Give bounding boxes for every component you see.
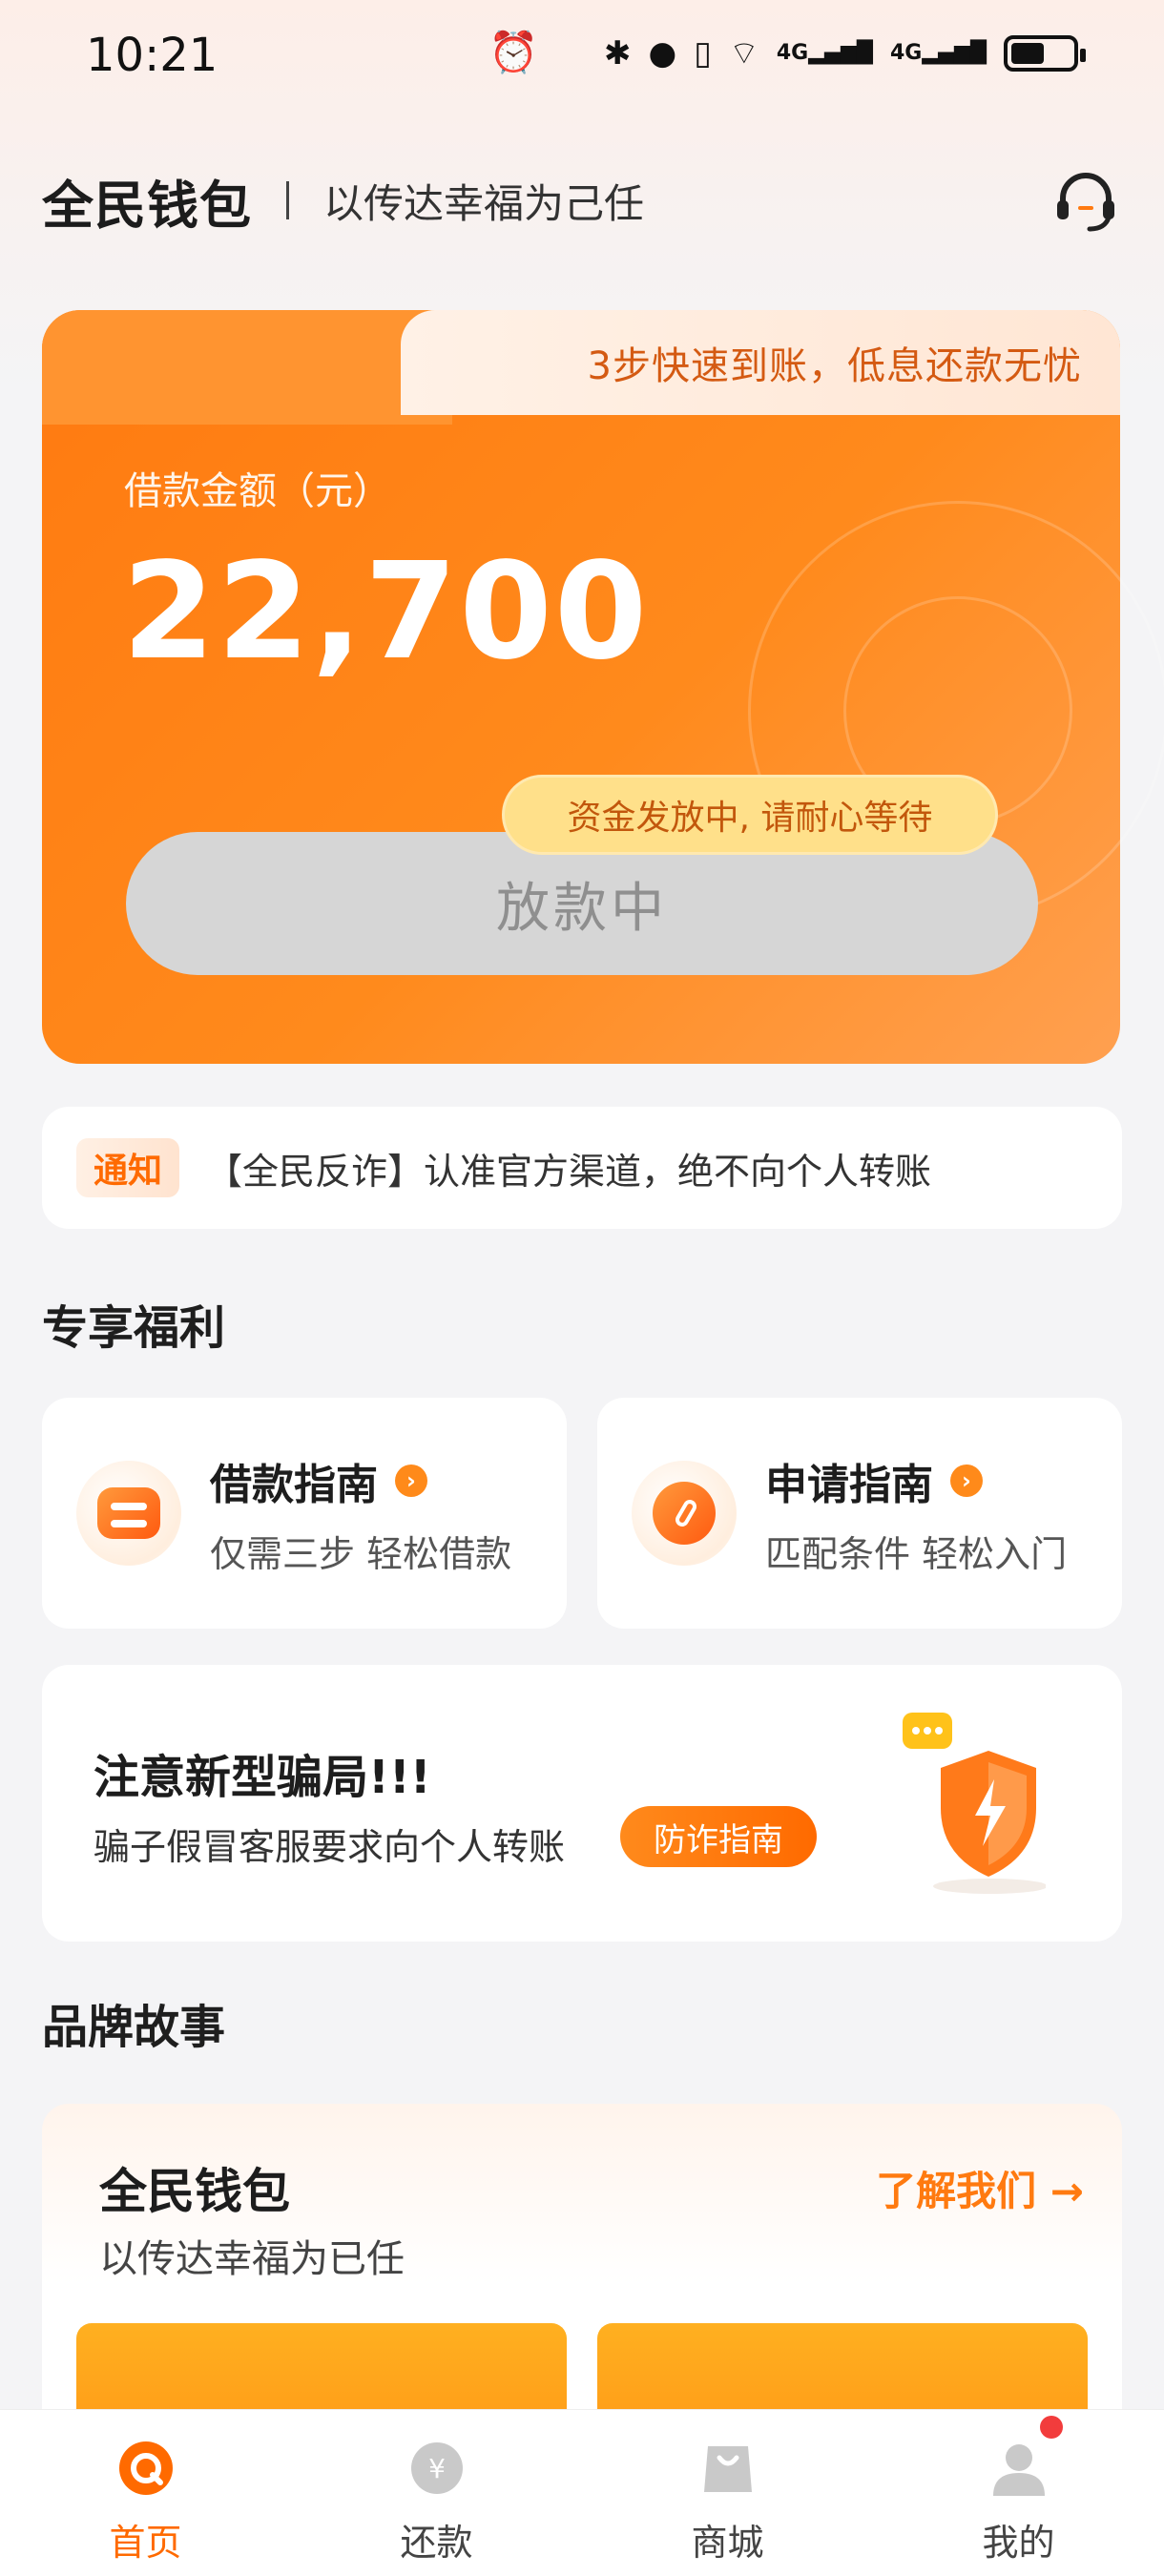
chevron-right-icon: › xyxy=(395,1464,427,1497)
alarm-icon: ⏰ xyxy=(488,29,539,75)
apply-guide-title-text: 申请指南 xyxy=(765,1460,933,1509)
bottom-navigation: 首页 ¥ 还款 商城 我的 xyxy=(0,2409,1164,2576)
chevron-right-icon: › xyxy=(950,1464,983,1497)
shop-icon xyxy=(703,2446,752,2492)
status-time: 10:21 xyxy=(86,29,218,82)
loan-guide-card[interactable]: 借款指南 › 仅需三步 轻松借款 xyxy=(42,1398,567,1629)
status-icons: ✱ ● ▯ ⌔ 4G▂▄▆█ 4G▂▄▆█ xyxy=(604,32,1086,73)
nav-repay-label: 还款 xyxy=(400,2522,473,2564)
brand-story-title: 品牌故事 xyxy=(42,2001,226,2054)
apply-guide-title: 申请指南 › xyxy=(765,1450,1067,1511)
apply-guide-text: 申请指南 › 匹配条件 轻松入门 xyxy=(765,1450,1067,1577)
apply-guide-sub: 匹配条件 轻松入门 xyxy=(765,1532,1068,1575)
loan-guide-sub: 仅需三步 轻松借款 xyxy=(210,1532,512,1575)
loan-guide-icon-body xyxy=(97,1487,160,1539)
loan-guide-icon-stripe-1 xyxy=(111,1503,147,1510)
scam-warning-sub: 骗子假冒客服要求向个人转账 xyxy=(94,1826,566,1868)
about-us-link[interactable]: 了解我们 → xyxy=(876,2159,1084,2217)
brand-story-card-sub: 以传达幸福为已任 xyxy=(99,2237,405,2281)
network-type-1: 4G xyxy=(776,41,809,65)
notice-tag: 通知 xyxy=(76,1138,179,1197)
signal-icon-1: 4G▂▄▆█ xyxy=(776,41,873,65)
notification-dot xyxy=(1040,2416,1063,2439)
notice-text: 【全民反诈】认准官方渠道，绝不向个人转账 xyxy=(206,1150,932,1193)
shield-icon xyxy=(903,1713,1046,1894)
loan-guide-icon-stripe-2 xyxy=(111,1520,147,1527)
loan-guide-title: 借款指南 › xyxy=(210,1450,511,1511)
notice-bar[interactable]: 通知 【全民反诈】认准官方渠道，绝不向个人转账 xyxy=(42,1107,1122,1229)
vibrate-icon: ▯ xyxy=(694,33,712,73)
benefits-section-title: 专享福利 xyxy=(42,1301,226,1355)
loan-guide-icon xyxy=(76,1461,181,1566)
loan-amount-label: 借款金额（元） xyxy=(124,469,391,513)
apply-guide-card[interactable]: 申请指南 › 匹配条件 轻松入门 xyxy=(597,1398,1122,1629)
apply-guide-icon xyxy=(632,1461,737,1566)
profile-icon xyxy=(992,2444,1045,2496)
signal-icon-2: 4G▂▄▆█ xyxy=(889,41,987,65)
nav-profile[interactable]: 我的 xyxy=(873,2410,1164,2576)
wifi-icon: ⌔ xyxy=(728,34,759,73)
loan-amount-value: 22,700 xyxy=(122,534,650,690)
home-icon xyxy=(118,2441,173,2495)
nav-home[interactable]: 首页 xyxy=(0,2410,291,2576)
nav-shop[interactable]: 商城 xyxy=(582,2410,873,2576)
brand-slogan: 以传达幸福为己任 xyxy=(323,179,645,227)
header-divider xyxy=(286,181,289,219)
brand-story-card-title: 全民钱包 xyxy=(99,2164,290,2219)
network-type-2: 4G xyxy=(889,41,923,65)
status-bar: 10:21 ⏰ ✱ ● ▯ ⌔ 4G▂▄▆█ 4G▂▄▆█ xyxy=(0,0,1164,114)
brand-name: 全民钱包 xyxy=(42,175,252,236)
bluetooth-icon: ✱ xyxy=(604,33,632,73)
scam-warning-card[interactable]: 注意新型骗局!!! 骗子假冒客服要求向个人转账 防诈指南 xyxy=(42,1665,1122,1942)
disbursing-hint: 资金发放中, 请耐心等待 xyxy=(502,775,998,855)
loan-guide-text: 借款指南 › 仅需三步 轻松借款 xyxy=(210,1450,511,1577)
battery-icon xyxy=(1004,34,1086,72)
nav-repay[interactable]: ¥ 还款 xyxy=(291,2410,582,2576)
nav-shop-label: 商城 xyxy=(691,2522,764,2564)
repay-icon: ¥ xyxy=(410,2442,463,2494)
svg-text:¥: ¥ xyxy=(428,2453,446,2484)
customer-service-icon[interactable] xyxy=(1051,168,1120,237)
loan-guide-title-text: 借款指南 xyxy=(210,1460,378,1509)
anti-fraud-guide-button[interactable]: 防诈指南 xyxy=(620,1806,817,1867)
scam-warning-title: 注意新型骗局!!! xyxy=(94,1751,431,1804)
location-icon: ● xyxy=(648,33,677,73)
nav-home-label: 首页 xyxy=(109,2522,182,2564)
nav-profile-label: 我的 xyxy=(982,2522,1055,2564)
app-header: 全民钱包 以传达幸福为己任 xyxy=(42,162,1120,239)
